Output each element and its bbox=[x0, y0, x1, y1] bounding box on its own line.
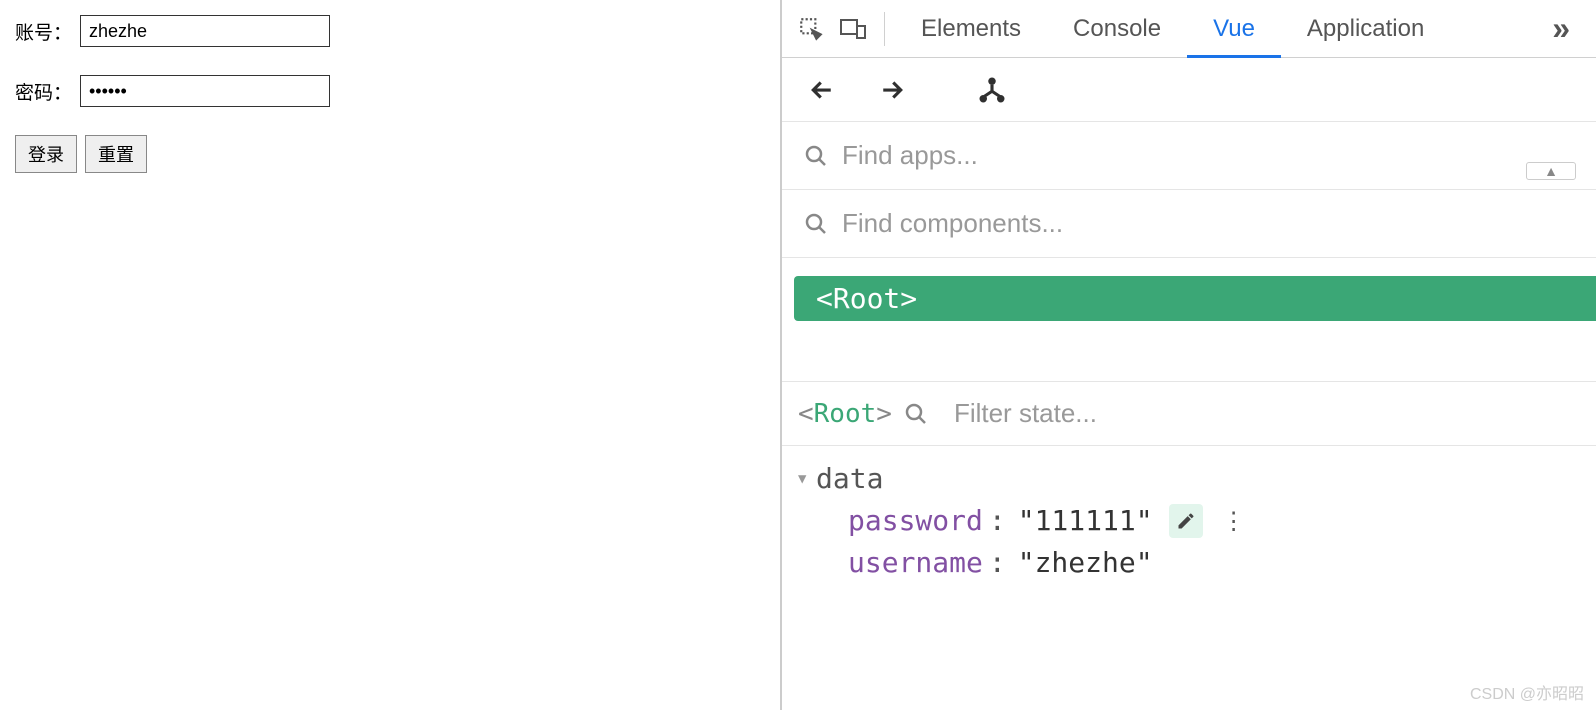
password-label: 密码： bbox=[15, 78, 80, 105]
pencil-icon[interactable] bbox=[1169, 504, 1203, 538]
more-tabs-icon[interactable]: » bbox=[1534, 10, 1588, 47]
tab-separator bbox=[884, 12, 885, 46]
devtools-panel: Elements Console Vue Application » ▲ <Ro… bbox=[780, 0, 1596, 710]
filter-state-input[interactable] bbox=[954, 398, 1580, 429]
username-label: 账号： bbox=[15, 18, 80, 45]
state-header: <Root> bbox=[782, 382, 1596, 446]
search-icon bbox=[804, 144, 828, 168]
expand-up-icon[interactable]: ▲ bbox=[1526, 162, 1576, 180]
prop-key: username bbox=[848, 542, 983, 584]
forward-icon[interactable] bbox=[872, 70, 912, 110]
component-tree-icon[interactable] bbox=[972, 70, 1012, 110]
prop-value: "zhezhe" bbox=[1018, 542, 1153, 584]
search-icon bbox=[904, 402, 928, 426]
data-section-title: data bbox=[816, 458, 883, 500]
more-vertical-icon[interactable]: ⋮ bbox=[1219, 503, 1249, 539]
find-apps-row: ▲ bbox=[782, 122, 1596, 190]
username-row: 账号： bbox=[15, 15, 765, 47]
chevron-down-icon: ▼ bbox=[798, 469, 816, 490]
reset-button[interactable]: 重置 bbox=[85, 135, 147, 173]
tab-application[interactable]: Application bbox=[1281, 0, 1450, 57]
form-buttons: 登录 重置 bbox=[15, 135, 765, 173]
prop-key: password bbox=[848, 500, 983, 542]
password-input[interactable] bbox=[80, 75, 330, 107]
component-tree: <Root> bbox=[782, 258, 1596, 382]
prop-row-password[interactable]: password: "111111" ⋮ bbox=[798, 500, 1580, 542]
find-apps-input[interactable] bbox=[842, 140, 1574, 171]
search-icon bbox=[804, 212, 828, 236]
component-state: ▼ data password: "111111" ⋮ username: "z… bbox=[782, 446, 1596, 596]
data-section-row[interactable]: ▼ data bbox=[798, 458, 1580, 500]
selected-component-label: <Root> bbox=[798, 399, 892, 429]
find-components-input[interactable] bbox=[842, 208, 1574, 239]
inspect-element-icon[interactable] bbox=[790, 8, 832, 50]
prop-row-username[interactable]: username: "zhezhe" bbox=[798, 542, 1580, 584]
tab-elements[interactable]: Elements bbox=[895, 0, 1047, 57]
tab-console[interactable]: Console bbox=[1047, 0, 1187, 57]
username-input[interactable] bbox=[80, 15, 330, 47]
devtools-tabs: Elements Console Vue Application » bbox=[782, 0, 1596, 58]
tree-node-root[interactable]: <Root> bbox=[794, 276, 1596, 321]
find-components-row bbox=[782, 190, 1596, 258]
vue-toolbar bbox=[782, 58, 1596, 122]
device-toolbar-icon[interactable] bbox=[832, 8, 874, 50]
tab-vue[interactable]: Vue bbox=[1187, 0, 1281, 57]
prop-value: "111111" bbox=[1018, 500, 1153, 542]
login-form-page: 账号： 密码： 登录 重置 bbox=[0, 0, 780, 710]
login-button[interactable]: 登录 bbox=[15, 135, 77, 173]
back-icon[interactable] bbox=[802, 70, 842, 110]
watermark: CSDN @亦昭昭 bbox=[1470, 680, 1584, 704]
password-row: 密码： bbox=[15, 75, 765, 107]
